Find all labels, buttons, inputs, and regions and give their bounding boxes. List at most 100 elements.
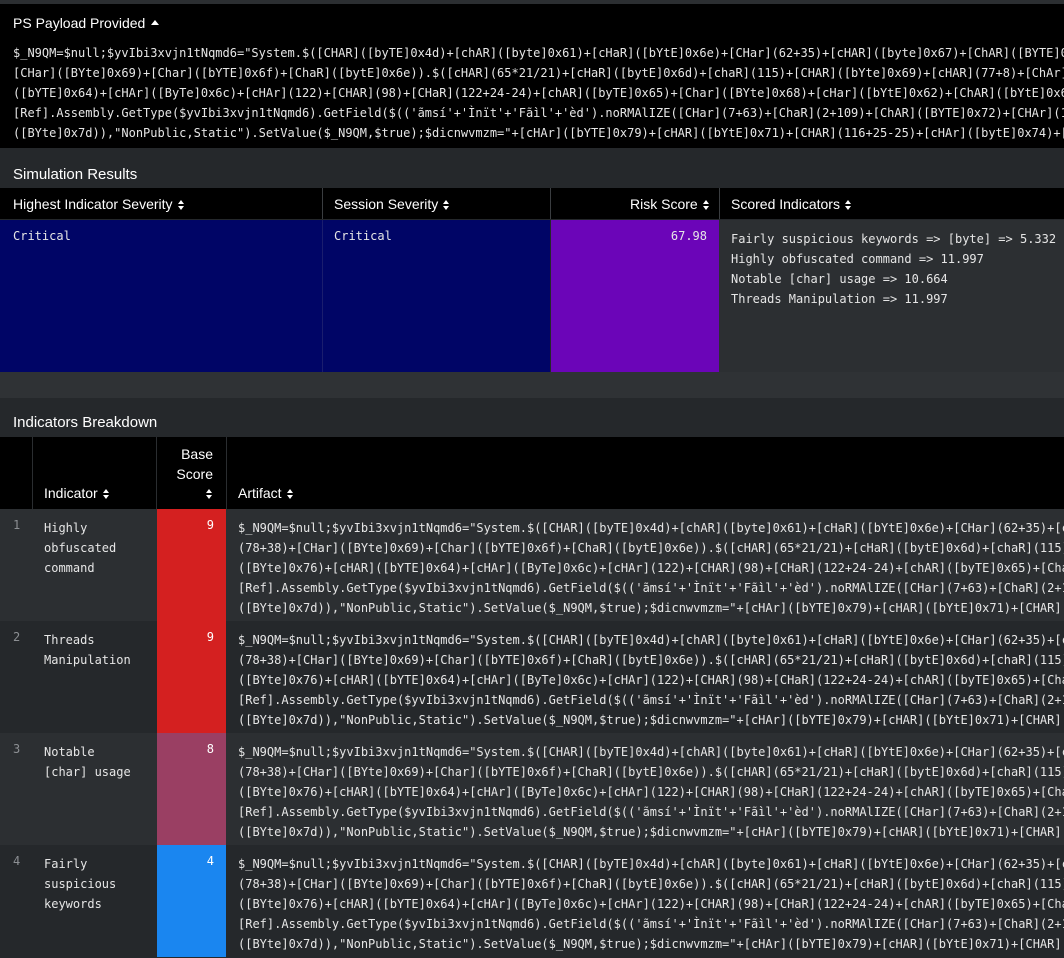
sort-icon[interactable]: [844, 200, 852, 210]
base-score-value: 9: [206, 630, 214, 644]
payload-title-text: PS Payload Provided: [13, 15, 146, 31]
artifact-line: ([BYte]0x7d)),"NonPublic,Static").SetVal…: [238, 825, 1064, 839]
payload-line: ([BYte]0x7d)),"NonPublic,Static").SetVal…: [13, 126, 1064, 140]
column-header-indicator[interactable]: Indicator: [44, 485, 110, 501]
column-header-session-severity[interactable]: Session Severity: [334, 196, 450, 212]
artifact-line: $_N9QM=$null;$yvIbi3xvjn1tNqmd6="System.…: [238, 521, 1064, 535]
base-score-value: 9: [206, 518, 214, 532]
column-header-label: Indicator: [44, 485, 98, 501]
indicator-row[interactable]: 4 Fairly suspicious keywords 4 $_N9QM=$null…: [0, 845, 1064, 958]
indicators-breakdown-title: Indicators Breakdown: [13, 414, 158, 431]
simulation-results-title: Simulation Results: [13, 166, 138, 183]
sort-icon[interactable]: [443, 200, 450, 210]
payload-title: PS Payload Provided: [13, 15, 160, 31]
artifact-line: (78+38)+[CHar]([BYte]0x69)+[Char]([bYTE]…: [238, 541, 1064, 555]
indicators-table-header: Indicator Base Score Artifact: [0, 437, 1064, 509]
artifact-line: (78+38)+[CHar]([BYte]0x69)+[Char]([bYTE]…: [238, 765, 1064, 779]
artifact-line: [Ref].Assembly.GetType($yvIbi3xvjn1tNqmd…: [238, 805, 1064, 819]
artifact-line: ([BYte]0x7d)),"NonPublic,Static").SetVal…: [238, 601, 1064, 615]
column-header-base-score[interactable]: Base Score: [157, 444, 213, 504]
sort-icon-wrap: [157, 484, 213, 504]
scored-indicator-item: Threads Manipulation => 11.997: [731, 292, 948, 306]
simulation-table-row: Critical Critical 67.98 Fairly suspiciou…: [0, 220, 1064, 372]
artifact-line: (78+38)+[CHar]([BYte]0x69)+[Char]([bYTE]…: [238, 877, 1064, 891]
artifact-line: ([BYte]0x7d)),"NonPublic,Static").SetVal…: [238, 937, 1064, 951]
column-header-highest-severity[interactable]: Highest Indicator Severity: [13, 196, 185, 212]
highest-severity-value: Critical: [13, 229, 71, 243]
simulation-table-header: Highest Indicator Severity Session Sever…: [0, 188, 1064, 219]
artifact-line: $_N9QM=$null;$yvIbi3xvjn1tNqmd6="System.…: [238, 745, 1064, 759]
artifact-code: $_N9QM=$null;$yvIbi3xvjn1tNqmd6="System.…: [238, 630, 1064, 730]
sort-icon[interactable]: [286, 489, 294, 499]
scored-indicators-list: Fairly suspicious keywords => [byte] => …: [731, 229, 1056, 309]
section-gap: [0, 398, 1064, 402]
payload-header[interactable]: PS Payload Provided: [0, 4, 1064, 36]
payload-line: [CHar]([BYte]0x69)+[Char]([bYTE]0x6f)+[C…: [13, 66, 1064, 80]
artifact-line: $_N9QM=$null;$yvIbi3xvjn1tNqmd6="System.…: [238, 857, 1064, 871]
base-score-cell: 9: [157, 509, 226, 621]
artifact-line: [Ref].Assembly.GetType($yvIbi3xvjn1tNqmd…: [238, 693, 1064, 707]
sort-icon[interactable]: [177, 200, 185, 210]
artifact-line: ([BYte]0x76)+[cHAR]([bYTE]0x64)+[cHAr]([…: [238, 785, 1064, 799]
indicator-name: Fairly suspicious keywords: [44, 857, 117, 911]
session-severity-value: Critical: [334, 229, 392, 243]
row-number: 3: [13, 742, 21, 756]
scored-indicator-item: Highly obfuscated command => 11.997: [731, 252, 984, 266]
artifact-line: (78+38)+[CHar]([BYte]0x69)+[Char]([bYTE]…: [238, 653, 1064, 667]
sort-icon[interactable]: [702, 200, 710, 210]
risk-score-value: 67.98: [670, 229, 707, 243]
base-score-cell: 9: [157, 621, 226, 733]
indicator-row[interactable]: 1 Highly obfuscated command 9 $_N9QM=$null;…: [0, 509, 1064, 621]
row-number: 4: [13, 854, 21, 868]
sort-icon[interactable]: [102, 489, 110, 499]
artifact-code: $_N9QM=$null;$yvIbi3xvjn1tNqmd6="System.…: [238, 518, 1064, 618]
column-divider: [719, 188, 720, 219]
artifact-line: ([BYte]0x76)+[cHAR]([bYTE]0x64)+[cHAr]([…: [238, 561, 1064, 575]
artifact-line: [Ref].Assembly.GetType($yvIbi3xvjn1tNqmd…: [238, 917, 1064, 931]
indicator-row[interactable]: 2 Threads Manipulation 9 $_N9QM=$null;$yvIb…: [0, 621, 1064, 733]
highest-severity-cell: Critical: [0, 220, 322, 372]
column-divider: [32, 437, 33, 509]
section-gap: [0, 148, 1064, 158]
collapse-caret-icon[interactable]: [151, 20, 160, 25]
payload-code: $_N9QM=$null;$yvIbi3xvjn1tNqmd6="System.…: [0, 36, 1064, 148]
scored-indicators-cell: Fairly suspicious keywords => [byte] => …: [719, 220, 1064, 372]
session-severity-cell: Critical: [323, 220, 550, 372]
column-divider: [226, 437, 227, 509]
column-header-label: Session Severity: [334, 196, 439, 212]
scored-indicator-item: Fairly suspicious keywords => [byte] => …: [731, 232, 1057, 246]
artifact-code: $_N9QM=$null;$yvIbi3xvjn1tNqmd6="System.…: [238, 854, 1064, 954]
artifact-line: $_N9QM=$null;$yvIbi3xvjn1tNqmd6="System.…: [238, 633, 1064, 647]
column-divider: [550, 188, 551, 219]
column-header-label: Artifact: [238, 485, 282, 501]
indicator-name: Threads Manipulation: [44, 633, 131, 667]
row-number: 2: [13, 630, 21, 644]
artifact-code: $_N9QM=$null;$yvIbi3xvjn1tNqmd6="System.…: [238, 742, 1064, 842]
scored-indicator-item: Notable [char] usage => 10.664: [731, 272, 948, 286]
indicator-row[interactable]: 3 Notable [char] usage 8 $_N9QM=$null;$yvIb…: [0, 733, 1064, 845]
column-header-scored-indicators[interactable]: Scored Indicators: [731, 196, 852, 212]
artifact-line: [Ref].Assembly.GetType($yvIbi3xvjn1tNqmd…: [238, 581, 1064, 595]
payload-line: [Ref].Assembly.GetType($yvIbi3xvjn1tNqmd…: [13, 106, 1064, 120]
column-header-label: Score: [176, 466, 213, 482]
risk-score-cell: 67.98: [551, 220, 719, 372]
column-header-risk-score[interactable]: Risk Score: [630, 196, 710, 212]
column-header-label: Risk Score: [630, 196, 698, 212]
sort-icon[interactable]: [206, 489, 213, 499]
column-header-label: Scored Indicators: [731, 196, 840, 212]
base-score-cell: 8: [157, 733, 226, 845]
base-score-value: 4: [206, 854, 214, 868]
column-header-label: Highest Indicator Severity: [13, 196, 173, 212]
column-header-label: Base: [181, 446, 213, 462]
payload-line: ([bYTE]0x64)+[cHAr]([ByTe]0x6c)+[cHAr](1…: [13, 86, 1064, 100]
base-score-value: 8: [206, 742, 214, 756]
table-footer-band: [0, 372, 1064, 398]
indicator-name: Notable [char] usage: [44, 745, 131, 779]
payload-line: $_N9QM=$null;$yvIbi3xvjn1tNqmd6="System.…: [13, 46, 1064, 60]
column-header-artifact[interactable]: Artifact: [238, 485, 294, 501]
artifact-line: ([BYte]0x76)+[cHAR]([bYTE]0x64)+[cHAr]([…: [238, 897, 1064, 911]
row-number: 1: [13, 518, 21, 532]
indicator-name: Highly obfuscated command: [44, 521, 117, 575]
base-score-cell: 4: [157, 845, 226, 957]
artifact-line: ([BYte]0x76)+[cHAR]([bYTE]0x64)+[cHAr]([…: [238, 673, 1064, 687]
